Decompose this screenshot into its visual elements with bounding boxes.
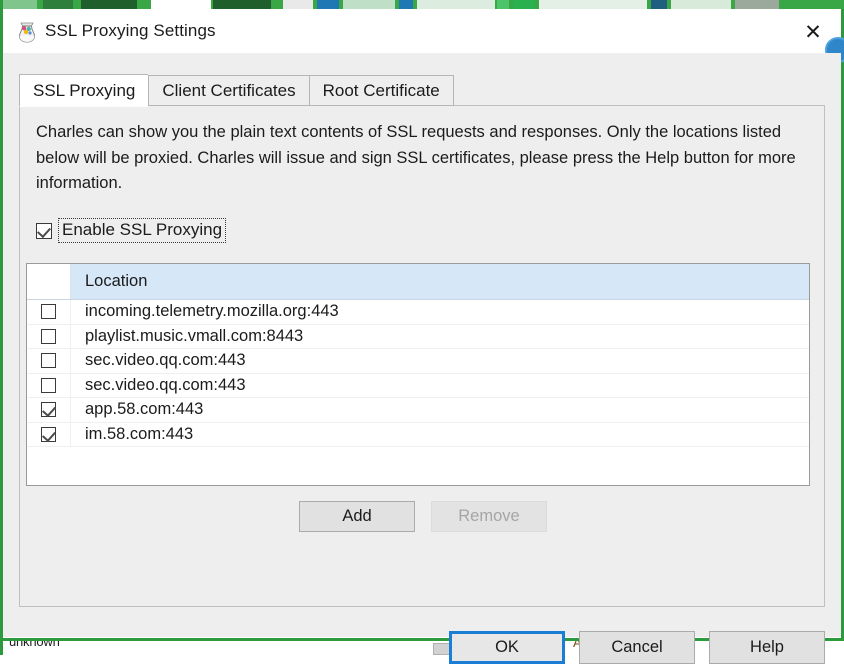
row-checkbox-cell[interactable] [27,300,71,324]
tab-label: SSL Proxying [33,80,136,100]
background-toolbar-chip [539,0,647,9]
background-toolbar-chip [651,0,667,9]
row-location: app.58.com:443 [85,400,204,419]
table-row[interactable]: app.58.com:443 [27,398,809,423]
row-location: playlist.music.vmall.com:8443 [85,326,304,345]
background-toolbar-chip [3,0,37,9]
dialog-footer: OK Cancel Help [3,631,841,664]
list-action-buttons: Add Remove [20,501,826,532]
background-toolbar-chip [417,0,495,9]
row-location: sec.video.qq.com:443 [85,351,246,370]
ssl-locations-table[interactable]: Location incoming.telemetry.mozilla.org:… [26,263,810,486]
background-toolbar-chip [735,0,779,9]
row-location: incoming.telemetry.mozilla.org:443 [85,302,339,321]
table-row[interactable]: im.58.com:443 [27,422,809,447]
table-header-location: Location [71,264,809,299]
charles-vase-icon [19,22,35,43]
table-row[interactable]: playlist.music.vmall.com:8443 [27,324,809,349]
background-toolbar-chip [343,0,395,9]
help-button[interactable]: Help [709,631,825,664]
background-toolbar-chip [317,0,339,9]
cancel-button[interactable]: Cancel [579,631,695,664]
tab-label: Client Certificates [162,80,296,100]
add-button[interactable]: Add [299,501,415,532]
background-toolbar-chip [671,0,731,9]
tab-bar: SSL Proxying Client Certificates Root Ce… [19,74,454,107]
row-checkbox[interactable] [41,377,56,393]
table-header-checkbox-column [27,264,71,299]
cancel-button-label: Cancel [611,638,663,656]
row-checkbox-cell[interactable] [27,373,71,397]
dialog-titlebar: SSL Proxying Settings ✕ [3,9,844,63]
tab-label: Root Certificate [322,80,440,100]
dialog-body: SSL Proxying Client Certificates Root Ce… [3,53,841,664]
row-location: sec.video.qq.com:443 [85,375,246,394]
remove-button-label: Remove [458,507,520,525]
close-icon[interactable]: ✕ [799,19,827,45]
background-toolbar-chip [283,0,313,9]
background-toolbar-chip [513,0,535,9]
tab-ssl-proxying[interactable]: SSL Proxying [19,74,149,107]
row-checkbox[interactable] [41,426,56,442]
background-toolbar [3,0,844,9]
ssl-proxying-settings-dialog: SSL Proxying Settings ✕ SSL Proxying Cli… [3,9,844,664]
ok-button-label: OK [495,638,519,656]
help-button-label: Help [750,638,784,656]
table-row[interactable]: sec.video.qq.com:443 [27,349,809,374]
background-toolbar-chip [399,0,413,9]
table-row[interactable]: sec.video.qq.com:443 [27,373,809,398]
row-checkbox[interactable] [41,353,56,369]
row-checkbox[interactable] [41,402,56,418]
panel-description: Charles can show you the plain text cont… [36,123,796,193]
table-row[interactable]: incoming.telemetry.mozilla.org:443 [27,300,809,325]
table-header-row: Location [27,264,809,300]
row-checkbox-cell[interactable] [27,422,71,446]
background-toolbar-chip [43,0,73,9]
row-checkbox-cell[interactable] [27,349,71,373]
background-toolbar-chip [151,0,211,9]
ssl-proxying-tab-panel: Charles can show you the plain text cont… [19,105,825,607]
row-checkbox[interactable] [41,304,56,320]
row-checkbox-cell[interactable] [27,398,71,422]
enable-ssl-proxying-label: Enable SSL Proxying [58,218,227,243]
background-toolbar-chip [497,0,509,9]
row-checkbox[interactable] [41,328,56,344]
enable-ssl-proxying-checkbox[interactable]: Enable SSL Proxying [36,218,227,243]
ok-button[interactable]: OK [449,631,565,664]
row-location: im.58.com:443 [85,424,194,443]
checkbox-indicator[interactable] [36,222,52,239]
background-toolbar-chip [213,0,271,9]
remove-button: Remove [431,501,547,532]
tab-client-certificates[interactable]: Client Certificates [148,75,309,106]
dialog-title: SSL Proxying Settings [45,21,216,40]
row-checkbox-cell[interactable] [27,324,71,348]
add-button-label: Add [342,507,372,525]
background-toolbar-chip [81,0,137,9]
tab-root-certificate[interactable]: Root Certificate [308,75,454,106]
